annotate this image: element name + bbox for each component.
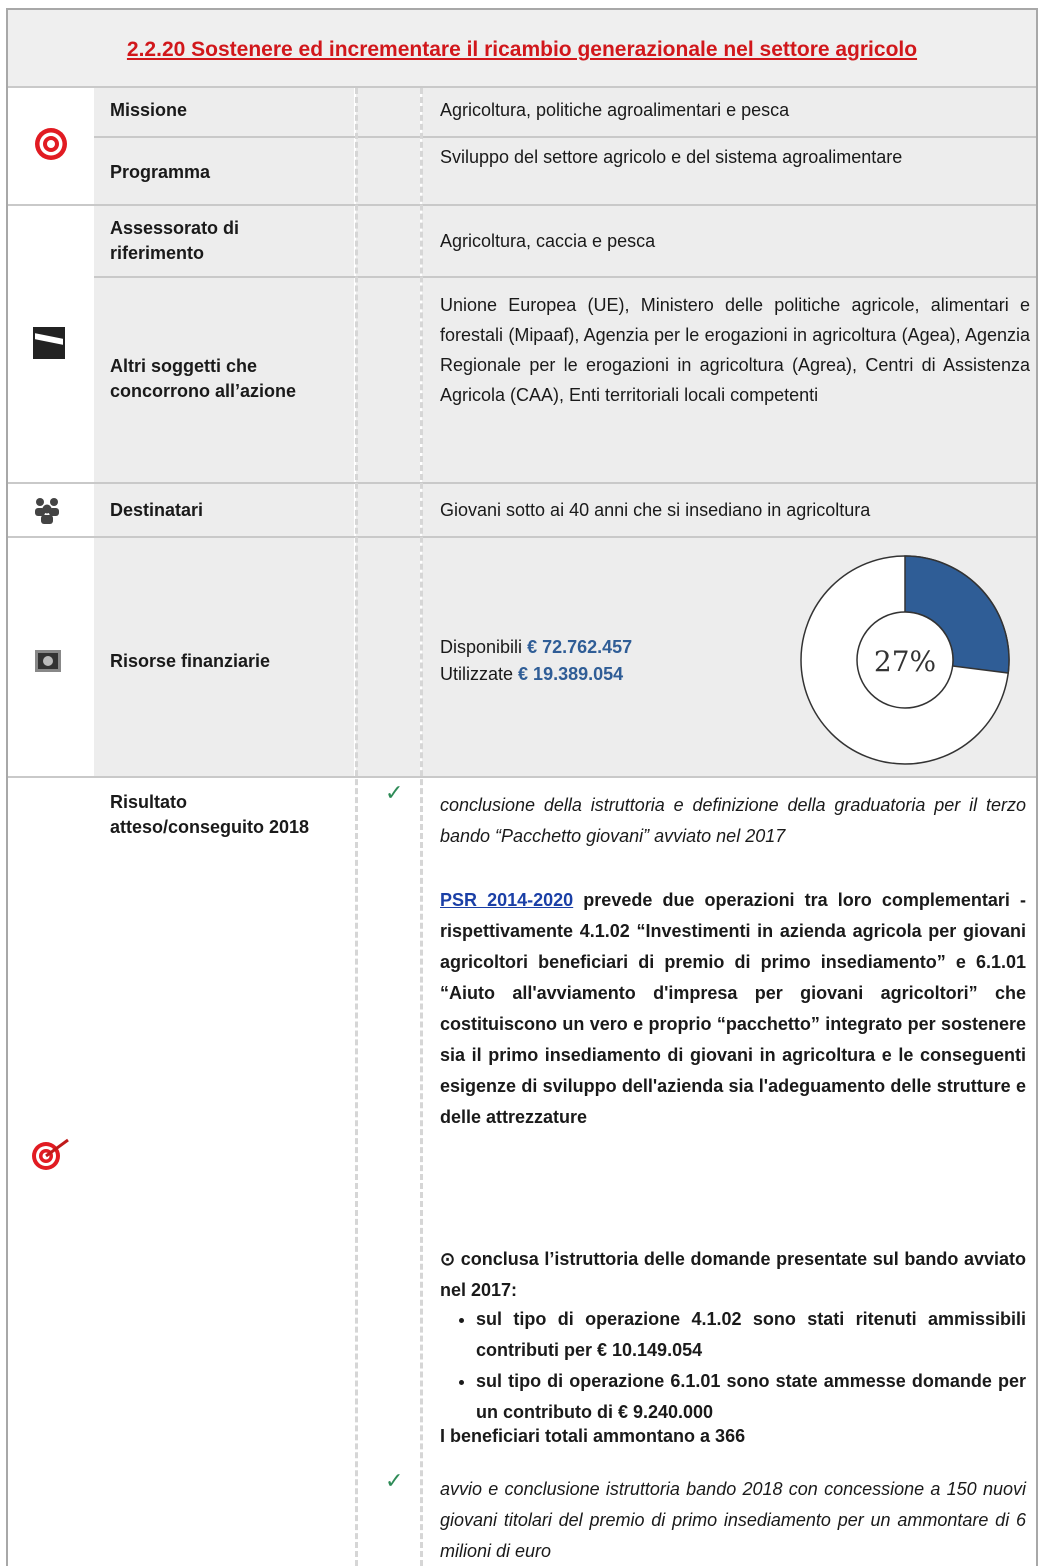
label-programma: Programma xyxy=(110,160,210,185)
bullet-item: sul tipo di operazione 4.1.02 sono stati… xyxy=(476,1304,1026,1366)
psr-text: prevede due operazioni tra loro compleme… xyxy=(440,890,1026,1127)
spacer-cell xyxy=(356,206,420,276)
donut-percent-label: 27% xyxy=(874,645,936,678)
conclusa-text: conclusa l’istruttoria delle domande pre… xyxy=(440,1249,1026,1300)
value-assessorato: Agricoltura, caccia e pesca xyxy=(440,229,655,254)
label-altri-soggetti: Altri soggetti che concorrono all’azione xyxy=(110,354,350,404)
flag-icon xyxy=(33,327,65,359)
target-dart-icon xyxy=(30,1136,72,1172)
risorse-disponibili: Disponibili € 72.762.457 xyxy=(440,635,632,660)
risorse-utilizzate: Utilizzate € 19.389.054 xyxy=(440,662,623,687)
spacer-cell xyxy=(356,88,420,204)
utilizzate-amount: € 19.389.054 xyxy=(518,664,623,684)
column-divider xyxy=(420,88,423,1566)
check-icon: ✓ xyxy=(385,780,403,806)
divider xyxy=(94,136,1036,138)
value-programma: Sviluppo del settore agricolo e del sist… xyxy=(440,145,920,170)
bullet-item: sul tipo di operazione 6.1.01 sono state… xyxy=(476,1366,1026,1428)
beneficiari-text: I beneficiari totali ammontano a 366 xyxy=(440,1424,745,1449)
conclusa-paragraph: ⊙ conclusa l’istruttoria delle domande p… xyxy=(440,1244,1026,1306)
value-destinatari: Giovani sotto ai 40 anni che si insedian… xyxy=(440,498,870,523)
label-risultato: Risultato atteso/conseguito 2018 xyxy=(110,790,320,840)
spacer-cell xyxy=(356,278,420,482)
risultato-item-1: conclusione della istruttoria e definizi… xyxy=(440,790,1026,852)
column-divider xyxy=(355,88,358,1566)
spacer-cell xyxy=(356,538,420,776)
label-cell xyxy=(94,778,354,1566)
label-destinatari: Destinatari xyxy=(110,498,203,523)
radio-bullet-icon: ⊙ xyxy=(440,1249,461,1269)
utilizzate-label: Utilizzate xyxy=(440,664,513,684)
spacer-cell xyxy=(356,484,420,536)
money-icon xyxy=(33,646,63,676)
check-icon: ✓ xyxy=(385,1468,403,1494)
risultato-item-2: avvio e conclusione istruttoria bando 20… xyxy=(440,1474,1026,1567)
disponibili-label: Disponibili xyxy=(440,637,522,657)
value-altri-soggetti: Unione Europea (UE), Ministero delle pol… xyxy=(440,290,1030,410)
title-row: 2.2.20 Sostenere ed incrementare il rica… xyxy=(8,10,1036,88)
label-risorse: Risorse finanziarie xyxy=(110,649,270,674)
people-icon xyxy=(32,496,62,524)
target-icon xyxy=(33,126,69,162)
psr-link[interactable]: PSR 2014-2020 xyxy=(440,890,573,910)
icon-cell xyxy=(8,206,92,276)
value-missione: Agricoltura, politiche agroalimentari e … xyxy=(440,98,789,123)
label-missione: Missione xyxy=(110,98,187,123)
bullet-list: sul tipo di operazione 4.1.02 sono stati… xyxy=(440,1304,1026,1428)
psr-paragraph: PSR 2014-2020 prevede due operazioni tra… xyxy=(440,885,1026,1133)
donut-chart: 27% xyxy=(780,550,1030,770)
section-title: 2.2.20 Sostenere ed incrementare il rica… xyxy=(8,38,1036,62)
label-assessorato: Assessorato di riferimento xyxy=(110,216,310,266)
disponibili-amount: € 72.762.457 xyxy=(527,637,632,657)
